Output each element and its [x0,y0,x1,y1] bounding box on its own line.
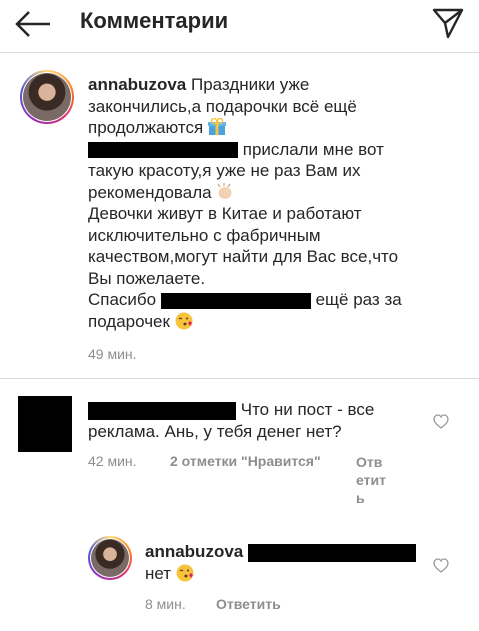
reply-username[interactable]: annabuzova [145,542,243,561]
reply-reply-button[interactable]: Ответить [216,596,281,612]
redacted-username [88,401,236,420]
caption-divider [0,378,479,379]
avatar-photo [91,539,129,577]
header-divider [0,52,479,53]
reply-avatar[interactable] [88,536,132,580]
header-bar: Комментарии [0,0,479,50]
clapping-hands-emoji [217,182,232,199]
comment-reply-button[interactable]: Отв етит ь [356,453,386,507]
redacted-mention [88,142,238,159]
kissing-face-emoji [175,312,193,329]
avatar-photo [23,73,71,121]
comment-likes[interactable]: 2 отметки "Нравится" [170,453,321,469]
redacted-mention [160,292,311,309]
caption-text: annabuzova Праздники уже закончились,а п… [88,75,402,331]
redacted-mention [247,543,416,562]
reply-text: annabuzova нет [145,541,445,584]
caption-time: 49 мин. [88,346,137,362]
redacted-avatar [18,396,72,452]
heart-outline-icon[interactable] [433,414,449,429]
avatar[interactable] [20,70,74,124]
paper-plane-icon[interactable] [431,6,465,40]
kissing-face-emoji [176,564,194,581]
heart-outline-icon[interactable] [433,558,449,573]
arrow-left-icon[interactable] [14,10,52,38]
page-title: Комментарии [80,8,229,33]
caption-username[interactable]: annabuzova [88,75,186,94]
gift-emoji [207,118,226,135]
reply-time: 8 мин. [145,596,186,612]
comment-time: 42 мин. [88,453,137,469]
comment-text: Что ни пост - все реклама. Ань, у тебя д… [88,400,375,441]
